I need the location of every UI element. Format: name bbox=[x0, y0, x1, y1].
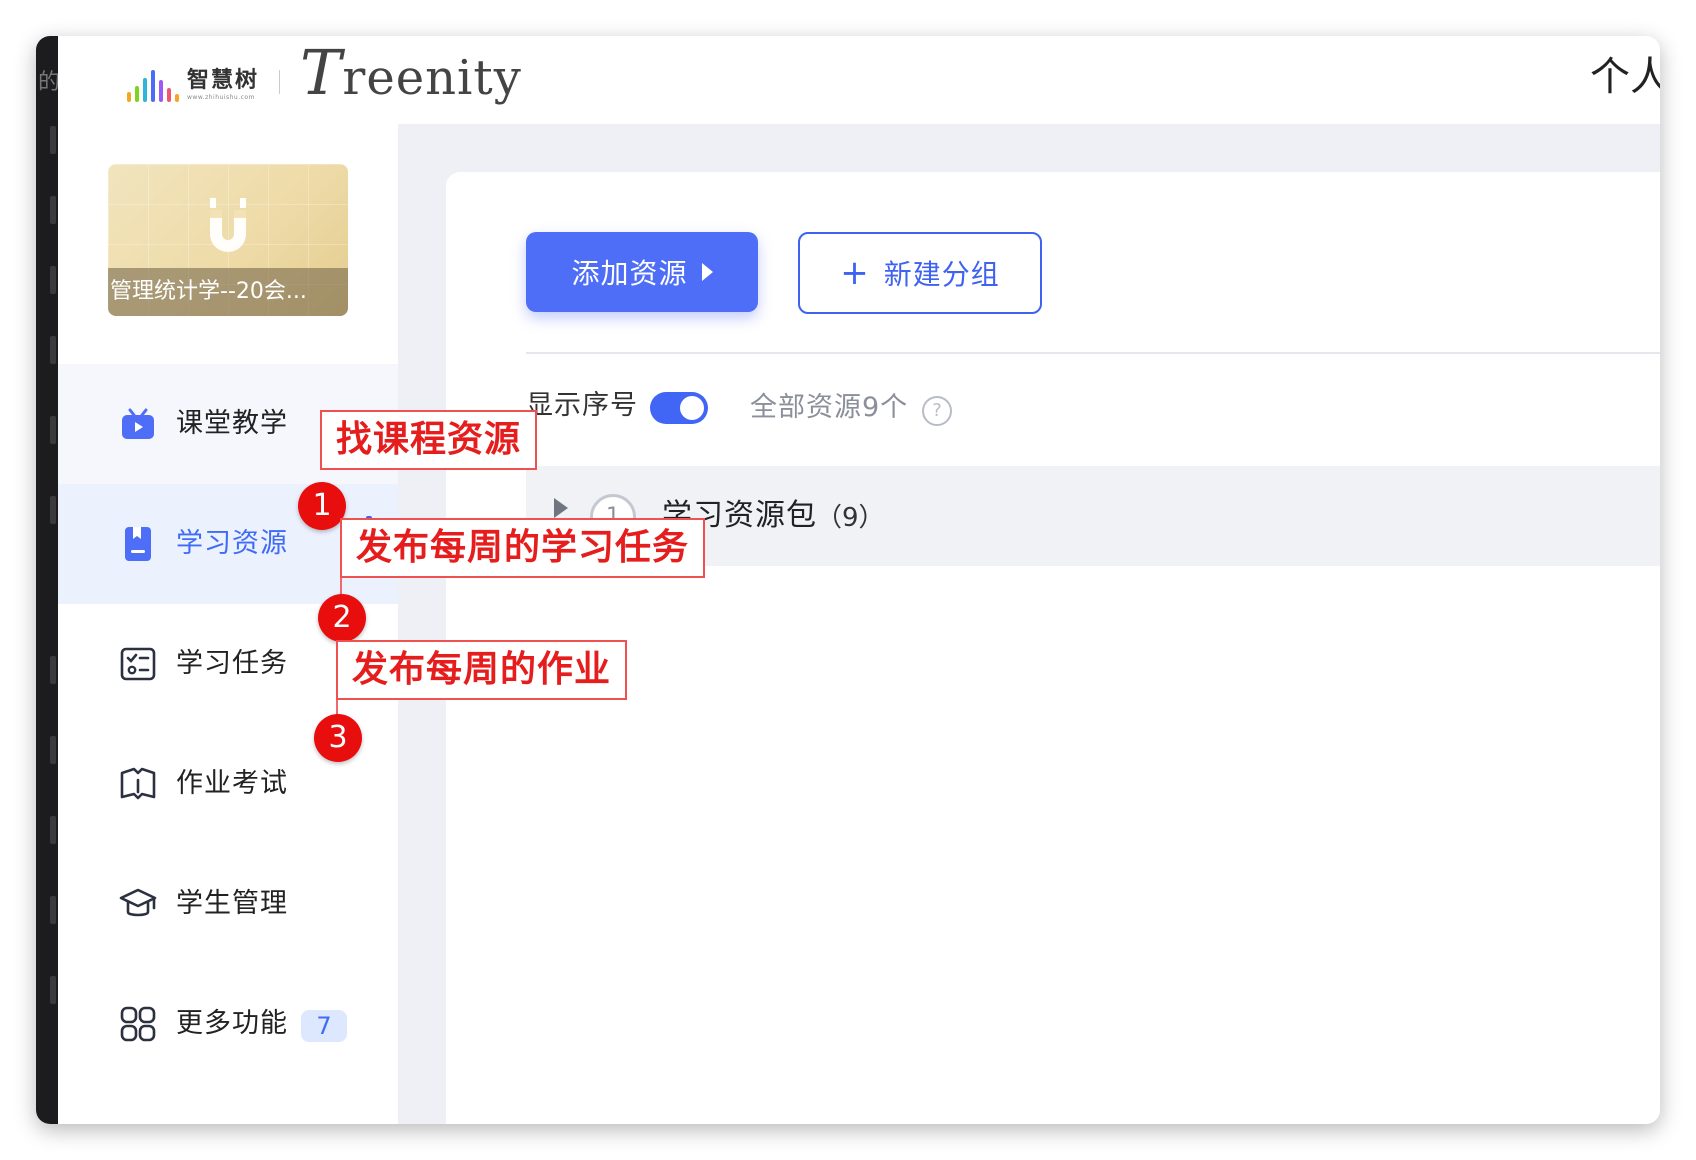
new-group-label: 新建分组 bbox=[883, 258, 1000, 291]
graduation-cap-icon bbox=[119, 888, 157, 917]
more-count-badge: 7 bbox=[301, 1010, 347, 1042]
toolbar-divider bbox=[526, 352, 1660, 354]
top-header: 智慧树 www.zhihuishu.com Treenity 个人 bbox=[58, 36, 1660, 125]
book-icon bbox=[125, 527, 151, 561]
help-icon[interactable]: ? bbox=[922, 396, 952, 426]
show-sequence-label: 显示序号 bbox=[526, 390, 638, 421]
group-item-count: （9） bbox=[816, 503, 885, 533]
resource-panel bbox=[446, 172, 1660, 1124]
grid-icon bbox=[120, 1006, 156, 1042]
treenity-brand: Treenity bbox=[300, 42, 522, 104]
add-resource-button[interactable]: 添加资源 bbox=[526, 232, 758, 312]
brand-rest: reenity bbox=[342, 50, 522, 106]
sidebar-item-label: 作业考试 bbox=[176, 768, 288, 799]
brand-initial: T bbox=[300, 36, 343, 109]
total-resources-count: 全部资源9个 bbox=[750, 392, 909, 423]
video-icon bbox=[122, 408, 154, 439]
sidebar-item-more[interactable]: 更多功能 7 bbox=[58, 964, 398, 1084]
sidebar-item-students[interactable]: 学生管理 bbox=[58, 844, 398, 964]
app-window: 的 智慧树 www.zhihuishu.com Treenity 个人 管理统计… bbox=[36, 36, 1660, 1124]
open-book-icon bbox=[120, 767, 156, 800]
sidebar-item-label: 学生管理 bbox=[176, 888, 288, 919]
annotation-note-3: 发布每周的作业 bbox=[336, 640, 628, 700]
annotation-note-1: 找课程资源 bbox=[320, 410, 538, 470]
caret-right-icon bbox=[701, 263, 713, 281]
sidebar-item-label: 课堂教学 bbox=[176, 408, 288, 439]
zhihuishu-logo[interactable]: 智慧树 www.zhihuishu.com Treenity bbox=[127, 42, 522, 104]
logo-url: www.zhihuishu.com bbox=[187, 94, 255, 101]
plus-icon: + bbox=[840, 253, 870, 293]
background-window-edge: 的 bbox=[36, 36, 61, 1124]
course-cover-card[interactable]: 管理统计学--20会... bbox=[108, 164, 348, 316]
logo-bars-icon bbox=[127, 68, 179, 102]
toggle-knob bbox=[680, 396, 704, 420]
background-text-fragment: 的 bbox=[38, 70, 61, 95]
logo-text: 智慧树 bbox=[187, 68, 260, 93]
annotation-note-2: 发布每周的学习任务 bbox=[340, 518, 706, 578]
new-group-button[interactable]: + 新建分组 bbox=[798, 232, 1042, 314]
course-title: 管理统计学--20会... bbox=[108, 268, 348, 316]
expand-caret-icon[interactable] bbox=[554, 498, 568, 518]
show-sequence-toggle[interactable] bbox=[650, 392, 708, 424]
annotation-badge-1: 1 bbox=[298, 482, 346, 530]
sidebar-item-label: 更多功能 bbox=[176, 1008, 288, 1039]
add-resource-label: 添加资源 bbox=[571, 258, 688, 289]
sidebar-item-label: 学习任务 bbox=[176, 648, 288, 679]
magnet-icon bbox=[210, 198, 246, 252]
annotation-badge-3: 3 bbox=[314, 714, 362, 762]
sidebar-item-label: 学习资源 bbox=[176, 528, 288, 559]
logo-divider bbox=[279, 70, 281, 94]
checklist-icon bbox=[120, 647, 156, 681]
annotation-badge-2: 2 bbox=[318, 594, 366, 642]
personal-center-link[interactable]: 个人 bbox=[1590, 44, 1660, 102]
